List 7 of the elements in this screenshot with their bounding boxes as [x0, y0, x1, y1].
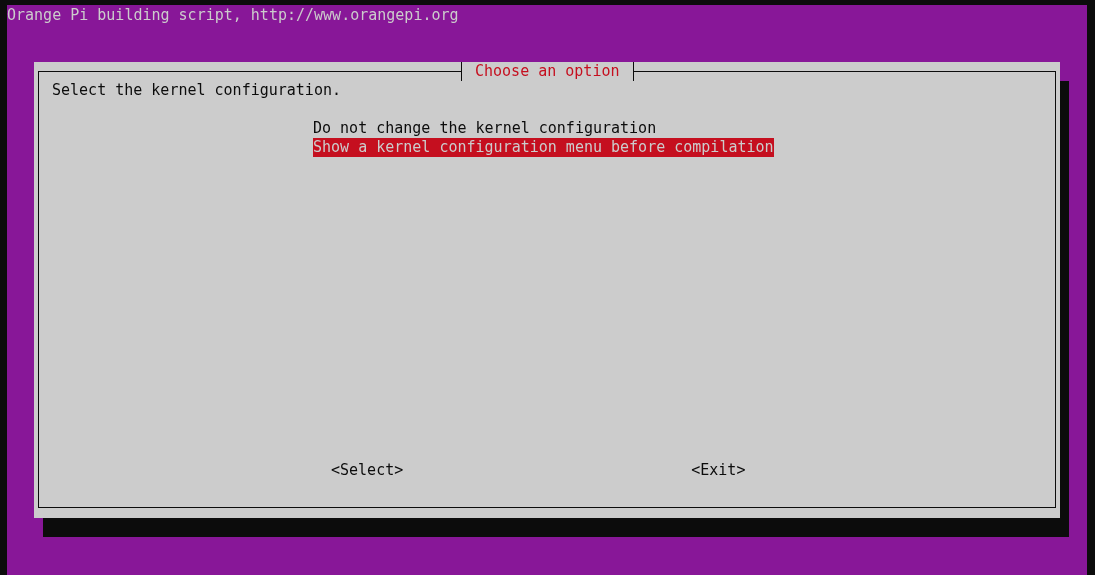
menu-item[interactable]: Show a kernel configuration menu before compilation [313, 138, 774, 157]
prompt-text: Select the kernel configuration. [52, 81, 342, 100]
dialog-title: Choose an option [461, 62, 634, 81]
menu-item[interactable]: Do not change the kernel configuration [313, 119, 657, 138]
backtitle: Orange Pi building script, http://www.orangepi.org [7, 6, 460, 25]
dialog-button[interactable]: <Exit> [691, 461, 746, 480]
dialog-button[interactable]: <Select> [331, 461, 404, 480]
